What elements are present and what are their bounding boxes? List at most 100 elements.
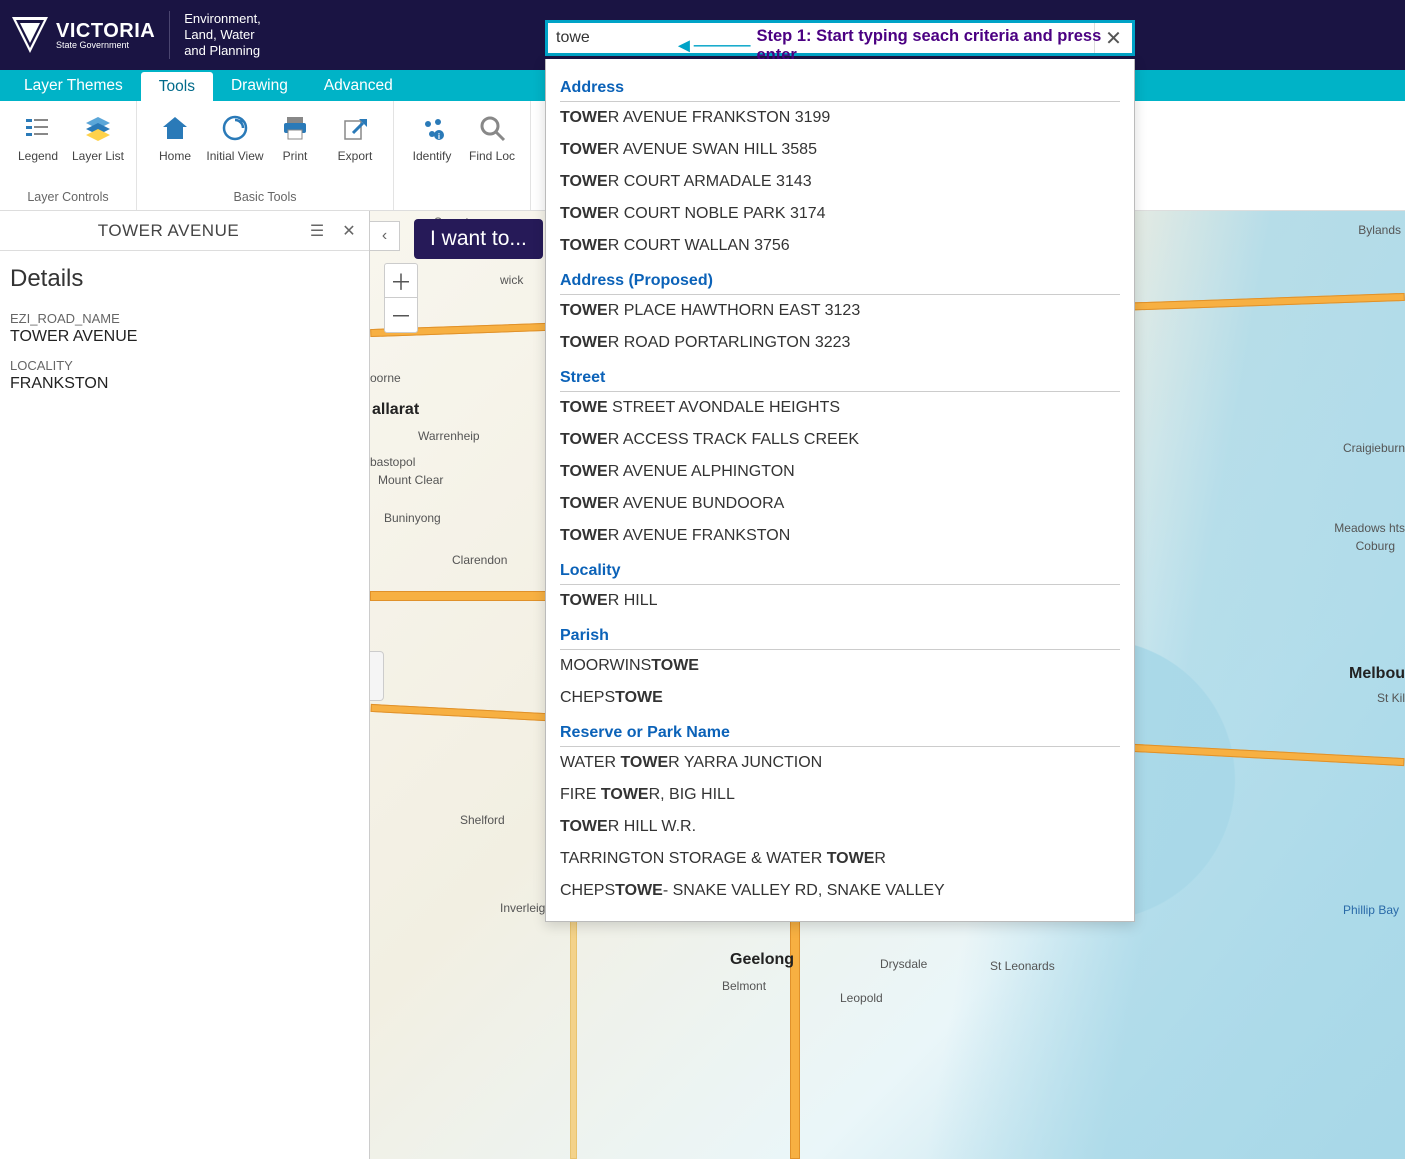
map-label: Shelford bbox=[460, 813, 505, 827]
map-label: Melbou bbox=[1349, 665, 1405, 683]
i-want-to-button[interactable]: I want to... bbox=[414, 219, 543, 259]
search-input[interactable] bbox=[548, 23, 1094, 53]
suggestion-item[interactable]: FIRE TOWER, BIG HILL bbox=[560, 779, 1120, 811]
minus-icon: － bbox=[390, 299, 412, 331]
clear-search-button[interactable]: ✕ bbox=[1094, 23, 1132, 53]
ribbon-item-label: Legend bbox=[18, 149, 58, 163]
ribbon-item-label: Find Loc bbox=[469, 149, 515, 163]
map-label: Warrenheip bbox=[418, 429, 480, 443]
suggestion-item[interactable]: TOWER COURT ARMADALE 3143 bbox=[560, 166, 1120, 198]
ribbon-group: HomeInitial ViewPrintExportBasic Tools bbox=[137, 101, 394, 210]
layerlist-icon bbox=[83, 113, 113, 143]
map-label: St Leonards bbox=[990, 959, 1055, 973]
suggestion-group-header: Street bbox=[560, 359, 1120, 392]
suggestion-item[interactable]: TOWER AVENUE FRANKSTON 3199 bbox=[560, 102, 1120, 134]
search-box: ◄──── Step 1: Start typing seach criteri… bbox=[545, 20, 1135, 56]
plus-icon: ＋ bbox=[390, 265, 412, 297]
suggestion-item[interactable]: WATER TOWER YARRA JUNCTION bbox=[560, 747, 1120, 779]
suggestion-group-header: Locality bbox=[560, 552, 1120, 585]
ribbon-group-label: Layer Controls bbox=[8, 186, 128, 210]
suggestion-item[interactable]: CHEPSTOWE bbox=[560, 682, 1120, 714]
suggestion-group-header: Address (Proposed) bbox=[560, 262, 1120, 295]
home-icon bbox=[160, 113, 190, 143]
suggestion-item[interactable]: TOWER HILL W.R. bbox=[560, 811, 1120, 843]
suggestion-group-header: Reserve or Park Name bbox=[560, 714, 1120, 747]
zoom-in-button[interactable]: ＋ bbox=[385, 264, 417, 298]
map-label: St Kil bbox=[1377, 691, 1405, 705]
map-label: allarat bbox=[372, 401, 419, 419]
suggestion-item[interactable]: TOWER COURT WALLAN 3756 bbox=[560, 230, 1120, 262]
victoria-logo: VICTORIA State Government bbox=[10, 15, 155, 55]
ribbon-item-label: Print bbox=[283, 149, 308, 163]
map-label: Clarendon bbox=[452, 553, 507, 567]
search-suggestions: AddressTOWER AVENUE FRANKSTON 3199TOWER … bbox=[545, 59, 1135, 922]
map-label: Leopold bbox=[840, 991, 883, 1005]
suggestion-item[interactable]: CHEPSTOWE- SNAKE VALLEY RD, SNAKE VALLEY bbox=[560, 875, 1120, 907]
identify-icon: i bbox=[417, 113, 447, 143]
collapse-sidebar-button[interactable]: ‹ bbox=[370, 221, 400, 251]
suggestion-item[interactable]: TOWER COURT NOBLE PARK 3174 bbox=[560, 198, 1120, 230]
map-label: bastopol bbox=[370, 455, 415, 469]
map-label: wick bbox=[500, 273, 523, 287]
ribbon-findloc-button[interactable]: Find Loc bbox=[462, 105, 522, 200]
tab-layer-themes[interactable]: Layer Themes bbox=[6, 70, 141, 101]
expand-handle[interactable] bbox=[370, 651, 384, 701]
ribbon-home-button[interactable]: Home bbox=[145, 105, 205, 186]
suggestion-group-header: Parish bbox=[560, 617, 1120, 650]
details-panel: Details EZI_ROAD_NAMETOWER AVENUELOCALIT… bbox=[0, 251, 369, 407]
map-label: Craigieburn bbox=[1343, 441, 1405, 455]
map-label: Phillip Bay bbox=[1343, 903, 1399, 917]
results-sidebar: TOWER AVENUE ☰ ✕ Details EZI_ROAD_NAME TO… bbox=[0, 211, 370, 1159]
legend-icon bbox=[23, 113, 53, 143]
ribbon-item-label: Export bbox=[338, 149, 373, 163]
map-label: Drysdale bbox=[880, 957, 927, 971]
map-label: oorne bbox=[370, 371, 401, 385]
ribbon-item-label: Identify bbox=[413, 149, 452, 163]
ribbon-group: i Identify Find Loc bbox=[394, 101, 531, 210]
map-label: Bylands bbox=[1358, 223, 1401, 237]
menu-lines-icon: ☰ bbox=[310, 221, 324, 241]
print-icon bbox=[280, 113, 310, 143]
suggestion-item[interactable]: TOWER AVENUE ALPHINGTON bbox=[560, 456, 1120, 488]
sidebar-header: TOWER AVENUE ☰ ✕ bbox=[0, 211, 369, 251]
ribbon-item-label: Layer List bbox=[72, 149, 124, 163]
map-label: Meadows hts bbox=[1334, 521, 1405, 535]
ribbon-export-button[interactable]: Export bbox=[325, 105, 385, 186]
ribbon-legend-button[interactable]: Legend bbox=[8, 105, 68, 186]
tab-advanced[interactable]: Advanced bbox=[306, 70, 411, 101]
suggestion-item[interactable]: TOWER AVENUE BUNDOORA bbox=[560, 488, 1120, 520]
map-label: Mount Clear bbox=[378, 473, 443, 487]
zoom-out-button[interactable]: － bbox=[385, 298, 417, 332]
tab-drawing[interactable]: Drawing bbox=[213, 70, 306, 101]
ribbon-initialview-button[interactable]: Initial View bbox=[205, 105, 265, 186]
suggestion-item[interactable]: MOORWINSTOWE bbox=[560, 650, 1120, 682]
map-label: Belmont bbox=[722, 979, 766, 993]
tab-tools[interactable]: Tools bbox=[141, 72, 213, 101]
suggestion-item[interactable]: TOWER ACCESS TRACK FALLS CREEK bbox=[560, 424, 1120, 456]
ribbon-identify-button[interactable]: i Identify bbox=[402, 105, 462, 200]
export-icon bbox=[340, 113, 370, 143]
detail-field-label: EZI_ROAD_NAME bbox=[10, 311, 359, 326]
ribbon-print-button[interactable]: Print bbox=[265, 105, 325, 186]
panel-menu-button[interactable]: ☰ bbox=[305, 219, 329, 243]
svg-text:i: i bbox=[438, 132, 440, 141]
suggestion-item[interactable]: TOWER PLACE HAWTHORN EAST 3123 bbox=[560, 295, 1120, 327]
suggestion-item[interactable]: TARRINGTON STORAGE & WATER TOWER bbox=[560, 843, 1120, 875]
suggestion-item[interactable]: TOWER AVENUE FRANKSTON bbox=[560, 520, 1120, 552]
suggestion-item[interactable]: TOWER AVENUE SWAN HILL 3585 bbox=[560, 134, 1120, 166]
details-heading: Details bbox=[10, 265, 359, 293]
ribbon-layerlist-button[interactable]: Layer List bbox=[68, 105, 128, 186]
panel-close-button[interactable]: ✕ bbox=[337, 219, 361, 243]
map-label: Geelong bbox=[730, 951, 794, 969]
detail-field-value: TOWER AVENUE bbox=[10, 328, 359, 346]
chevron-left-icon: ‹ bbox=[382, 227, 387, 245]
suggestion-item[interactable]: TOWE STREET AVONDALE HEIGHTS bbox=[560, 392, 1120, 424]
victoria-triangle-icon bbox=[10, 15, 50, 55]
suggestion-item[interactable]: TOWER HILL bbox=[560, 585, 1120, 617]
map-label: Buninyong bbox=[384, 511, 441, 525]
close-icon: ✕ bbox=[342, 221, 355, 241]
findloc-icon bbox=[477, 113, 507, 143]
ribbon-group-label bbox=[402, 200, 522, 210]
brand-block: VICTORIA State Government Environment, L… bbox=[10, 11, 261, 60]
suggestion-item[interactable]: TOWER ROAD PORTARLINGTON 3223 bbox=[560, 327, 1120, 359]
